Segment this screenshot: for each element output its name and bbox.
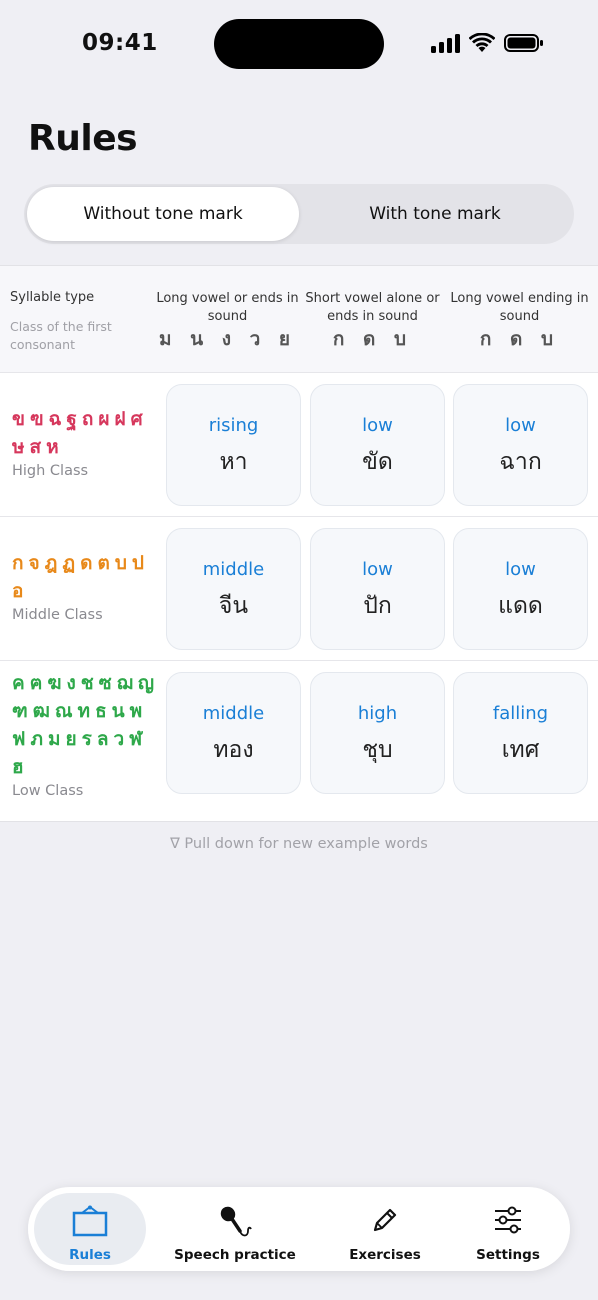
tone-label: low [362, 559, 393, 580]
tab-bar: Rules Speech practice Exercises Settings [28, 1187, 570, 1271]
column-label: Short vowel alone or ends in sound [305, 291, 440, 324]
tone-mark-segmented-control[interactable]: Without tone mark With tone mark [24, 184, 574, 244]
class-name: Low Class [12, 783, 84, 799]
tone-rules-table: Syllable type Class of the first consona… [0, 265, 598, 822]
class-letters: ขฃฉฐถผฝศษสห [12, 408, 148, 458]
tab-label: Exercises [349, 1247, 421, 1263]
tone-cell[interactable]: middle ทอง [166, 672, 301, 794]
tone-label: falling [492, 703, 549, 724]
sliders-icon [495, 1206, 521, 1234]
status-bar: 09:41 [0, 0, 598, 90]
example-word: แดด [498, 593, 543, 619]
tone-cell[interactable]: rising หา [166, 384, 301, 506]
class-name: Middle Class [12, 607, 103, 623]
tone-label: high [357, 703, 398, 724]
tab-rules[interactable]: Rules [34, 1193, 146, 1265]
tone-cell[interactable]: low ขัด [310, 384, 445, 506]
example-word: เทศ [501, 737, 540, 763]
column-label: Long vowel or ends in sound [156, 291, 299, 324]
tab-settings[interactable]: Settings [458, 1193, 558, 1265]
column-header-long-vowel: Long vowel or ends in sound ม น ง ว ย [155, 290, 300, 350]
tab-label: Settings [476, 1247, 540, 1263]
class-name: High Class [12, 463, 89, 479]
wifi-icon [469, 33, 495, 52]
status-time: 09:41 [82, 30, 158, 56]
example-word: จีน [218, 593, 249, 619]
tab-label: Rules [69, 1247, 111, 1263]
pull-down-hint: ∇ Pull down for new example words [170, 836, 428, 852]
example-word: ปัก [363, 593, 392, 619]
column-label: Long vowel ending in sound [450, 291, 589, 324]
tone-label: rising [208, 415, 259, 436]
example-word: ชุบ [362, 737, 393, 763]
tab-exercises[interactable]: Exercises [328, 1193, 442, 1265]
table-row-middle-class: กจฎฏดตบปอ Middle Class middle จีน low ปั… [0, 517, 598, 661]
tone-cell[interactable]: middle จีน [166, 528, 301, 650]
status-icons [431, 33, 544, 53]
example-word: หา [219, 449, 248, 475]
tone-cell[interactable]: high ชุบ [310, 672, 445, 794]
column-header-long-vowel-ending: Long vowel ending in sound ก ด บ [447, 290, 592, 350]
battery-icon [504, 34, 543, 52]
tone-cell[interactable]: low ปัก [310, 528, 445, 650]
tone-label: low [505, 559, 536, 580]
tone-cell[interactable]: low แดด [453, 528, 588, 650]
segment-without-tone-mark[interactable]: Without tone mark [27, 187, 299, 241]
tone-label: middle [202, 703, 265, 724]
tone-label: low [362, 415, 393, 436]
tone-cell[interactable]: falling เทศ [453, 672, 588, 794]
tab-speech-practice[interactable]: Speech practice [164, 1193, 306, 1265]
board-icon [72, 1205, 108, 1237]
column-consonants: ก ด บ [332, 328, 413, 350]
column-consonants: ก ด บ [479, 328, 560, 350]
dynamic-island [214, 19, 384, 69]
syllable-type-header: Syllable type [10, 290, 95, 305]
microphone-icon [220, 1206, 252, 1237]
example-word: ขัด [362, 449, 393, 475]
column-header-short-vowel: Short vowel alone or ends in sound ก ด บ [300, 290, 445, 350]
class-letters: คฅฆงชซฌญฑฒณทธนพฟภมยรลวฬฮ [12, 672, 160, 778]
column-consonants: ม น ง ว ย [158, 328, 297, 350]
table-row-high-class: ขฃฉฐถผฝศษสห High Class rising หา low ขัด… [0, 373, 598, 517]
tone-cell[interactable]: low ฉาก [453, 384, 588, 506]
segment-with-tone-mark[interactable]: With tone mark [299, 187, 571, 241]
table-row-low-class: คฅฆงชซฌญฑฒณทธนพฟภมยรลวฬฮ Low Class middl… [0, 661, 598, 821]
page-title: Rules [28, 118, 138, 159]
row-label: กจฎฏดตบปอ Middle Class [12, 549, 162, 623]
row-label: คฅฆงชซฌญฑฒณทธนพฟภมยรลวฬฮ Low Class [12, 669, 162, 799]
tone-label: middle [202, 559, 265, 580]
example-word: ฉาก [499, 449, 542, 475]
tone-label: low [505, 415, 536, 436]
class-letters: กจฎฏดตบปอ [12, 552, 149, 602]
row-label: ขฃฉฐถผฝศษสห High Class [12, 405, 162, 479]
tab-label: Speech practice [174, 1247, 296, 1263]
example-word: ทอง [213, 737, 254, 763]
table-header: Syllable type Class of the first consona… [0, 266, 598, 373]
pencil-icon [373, 1208, 397, 1232]
signal-icon [431, 33, 460, 53]
class-header: Class of the first consonant [10, 319, 112, 352]
